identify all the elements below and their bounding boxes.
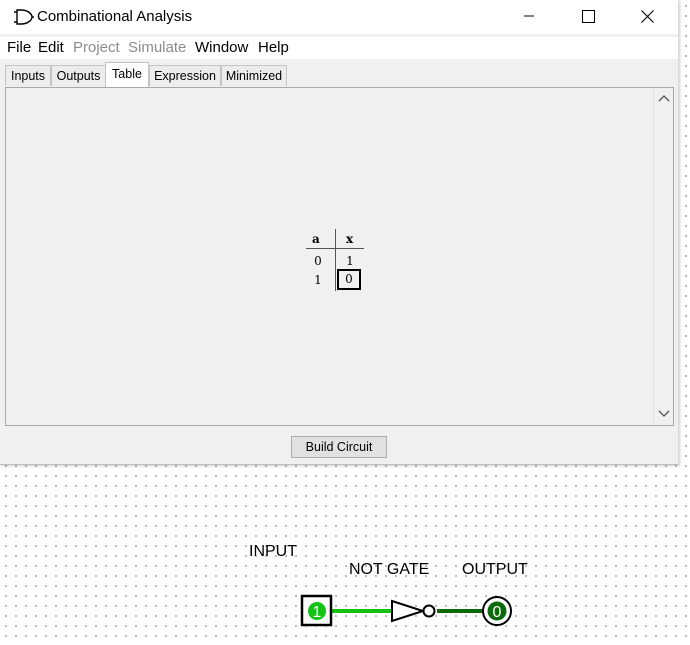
output-pin[interactable]: 0 <box>482 596 512 626</box>
input-pin-value: 1 <box>313 604 322 621</box>
circuit-drawing: 1 0 <box>300 594 512 627</box>
input-pin[interactable]: 1 <box>300 594 333 627</box>
tab-table[interactable]: Table <box>105 62 149 87</box>
output-pin-value: 0 <box>493 604 502 621</box>
not-gate[interactable] <box>391 599 436 623</box>
